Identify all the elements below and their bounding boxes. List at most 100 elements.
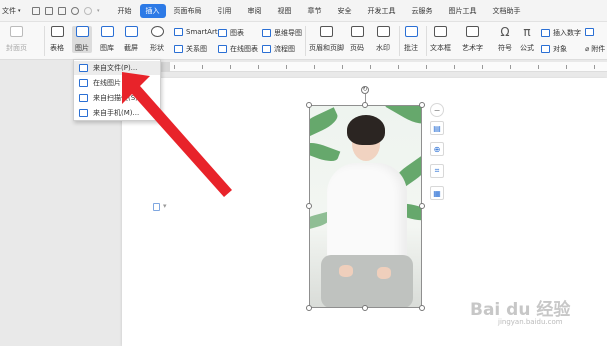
- mindmap-icon: [262, 29, 271, 37]
- object-icon: [541, 45, 550, 53]
- cover-page-button[interactable]: 封面页: [6, 26, 27, 53]
- ruler-tick: [286, 65, 287, 69]
- comment-button[interactable]: 批注: [404, 26, 418, 53]
- resize-handle-top-right[interactable]: [419, 102, 425, 108]
- insert-number-button[interactable]: 插入数字: [541, 28, 581, 38]
- object-button[interactable]: 对象: [541, 44, 567, 54]
- textbox-icon: [434, 26, 447, 37]
- formula-button[interactable]: π 公式: [520, 26, 534, 53]
- resize-handle-left[interactable]: [306, 203, 312, 209]
- ribbon-insert: 封面页 表格 图片 图库 截屏 形状 SmartArt 图表 关系图 在线图表 …: [0, 22, 607, 60]
- formula-label: 公式: [520, 44, 534, 52]
- menu-item-from-file[interactable]: 来自文件(P)...: [74, 61, 160, 75]
- table-button[interactable]: 表格: [50, 26, 64, 53]
- tab-developer[interactable]: 开发工具: [360, 6, 404, 16]
- flowchart-button[interactable]: 流程图: [262, 44, 295, 54]
- cover-page-label: 封面页: [6, 44, 27, 52]
- horizontal-ruler[interactable]: [122, 62, 607, 72]
- ruler-tick: [398, 65, 399, 69]
- comment-icon: [404, 26, 418, 37]
- online-chart-button[interactable]: 在线图表: [218, 44, 258, 54]
- menu-item-from-phone[interactable]: 来自手机(M)...: [74, 106, 160, 120]
- online-chart-label: 在线图表: [230, 45, 258, 53]
- resize-handle-right[interactable]: [419, 203, 425, 209]
- paragraph-icon: [153, 203, 160, 211]
- insert-number-label: 插入数字: [553, 29, 581, 37]
- ribbon-divider: [426, 26, 427, 56]
- tab-review[interactable]: 审阅: [240, 6, 270, 16]
- tab-section[interactable]: 章节: [300, 6, 330, 16]
- quick-access-toolbar: ▾: [32, 6, 100, 15]
- ruler-tick: [510, 65, 511, 69]
- pi-icon: π: [523, 25, 531, 39]
- smartart-icon: [174, 28, 183, 36]
- print-icon[interactable]: [58, 6, 66, 15]
- page-number-label: 页码: [350, 44, 364, 52]
- screenshot-label: 截屏: [124, 44, 138, 52]
- object-label: 对象: [553, 45, 567, 53]
- zoom-icon[interactable]: ⊕: [430, 142, 444, 156]
- mindmap-button[interactable]: 思维导图: [262, 28, 302, 38]
- relation-chart-label: 关系图: [186, 45, 207, 53]
- rotate-handle-icon[interactable]: ↻: [361, 86, 369, 94]
- tab-cloud[interactable]: 云服务: [404, 6, 441, 16]
- menu-item-online-picture[interactable]: 在线图片: [74, 76, 160, 90]
- wordart-button[interactable]: 艺术字: [462, 26, 483, 53]
- resize-handle-top-left[interactable]: [306, 102, 312, 108]
- page-number-button[interactable]: 页码: [350, 26, 364, 53]
- ruler-tick: [370, 65, 371, 69]
- tab-references[interactable]: 引用: [210, 6, 240, 16]
- tab-home[interactable]: 开始: [110, 6, 140, 16]
- ruler-tick: [202, 65, 203, 69]
- ruler-tick: [230, 65, 231, 69]
- chart-button[interactable]: 图表: [218, 28, 244, 38]
- header-footer-label: 页眉和页脚: [309, 44, 344, 52]
- relation-chart-icon: [174, 45, 183, 53]
- resize-handle-bottom-right[interactable]: [419, 305, 425, 311]
- undo-icon[interactable]: [71, 6, 79, 15]
- menu-bar: 文件 ▾ ▾ 开始 插入 页面布局 引用 审阅 视图 章节 安全 开发工具 云服…: [0, 0, 607, 22]
- smartart-button[interactable]: SmartArt: [174, 28, 218, 36]
- resize-handle-bottom[interactable]: [362, 305, 368, 311]
- menu-item-from-scanner[interactable]: 来自扫描仪(S)...: [74, 91, 160, 105]
- resize-handle-bottom-left[interactable]: [306, 305, 312, 311]
- header-footer-button[interactable]: 页眉和页脚: [309, 26, 344, 53]
- tab-insert[interactable]: 插入: [139, 3, 166, 18]
- mini-toolbar-button[interactable]: [585, 28, 597, 36]
- screenshot-button[interactable]: 截屏: [124, 26, 138, 53]
- tab-view[interactable]: 视图: [270, 6, 300, 16]
- ruler-tick: [426, 65, 427, 69]
- symbol-button[interactable]: Ω 符号: [498, 26, 512, 53]
- tab-security[interactable]: 安全: [330, 6, 360, 16]
- cover-page-icon: [10, 26, 23, 37]
- picture-button[interactable]: 图片: [72, 26, 92, 53]
- shape-button[interactable]: 形状: [150, 26, 164, 53]
- crop-icon[interactable]: ⌗: [430, 164, 444, 178]
- resize-handle-top[interactable]: [362, 102, 368, 108]
- redo-icon[interactable]: [84, 6, 92, 15]
- scanner-icon: [79, 94, 88, 102]
- smartart-label: SmartArt: [186, 28, 218, 36]
- symbol-label: 符号: [498, 44, 512, 52]
- picture-label: 图片: [75, 44, 89, 52]
- textbox-button[interactable]: 文本框: [430, 26, 451, 53]
- tab-page-layout[interactable]: 页面布局: [166, 6, 210, 16]
- omega-icon: Ω: [500, 25, 510, 39]
- watermark-button[interactable]: 水印: [376, 26, 390, 53]
- gallery-icon: [100, 26, 114, 37]
- layout-options-icon[interactable]: ▤: [430, 121, 444, 135]
- gallery-button[interactable]: 图库: [100, 26, 114, 53]
- relation-chart-button[interactable]: 关系图: [174, 44, 207, 54]
- collapse-icon[interactable]: −: [430, 103, 444, 117]
- attachment-label: 附件: [591, 45, 606, 53]
- file-menu[interactable]: 文件 ▾: [0, 6, 30, 16]
- print-preview-icon[interactable]: [45, 6, 53, 15]
- menu-item-label: 在线图片: [93, 79, 121, 87]
- ribbon-divider: [399, 26, 400, 56]
- picture-tools-icon[interactable]: ▦: [430, 186, 444, 200]
- quick-access-more-icon[interactable]: ▾: [97, 8, 100, 14]
- save-icon[interactable]: [32, 6, 40, 15]
- attachment-button[interactable]: ⌀ 附件: [585, 44, 605, 54]
- tab-doc-assistant[interactable]: 文档助手: [485, 6, 529, 16]
- tab-picture-tools[interactable]: 图片工具: [441, 6, 485, 16]
